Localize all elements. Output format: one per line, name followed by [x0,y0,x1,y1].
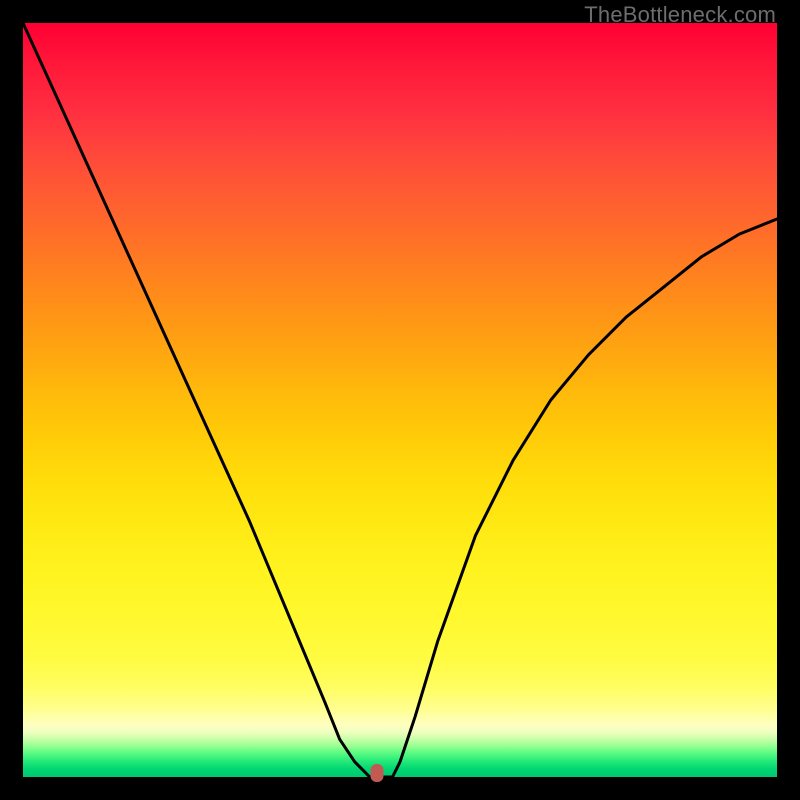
watermark-text: TheBottleneck.com [584,2,776,28]
optimum-marker [371,764,384,782]
bottleneck-curve [23,23,777,777]
chart-frame: TheBottleneck.com [0,0,800,800]
plot-area [23,23,777,777]
